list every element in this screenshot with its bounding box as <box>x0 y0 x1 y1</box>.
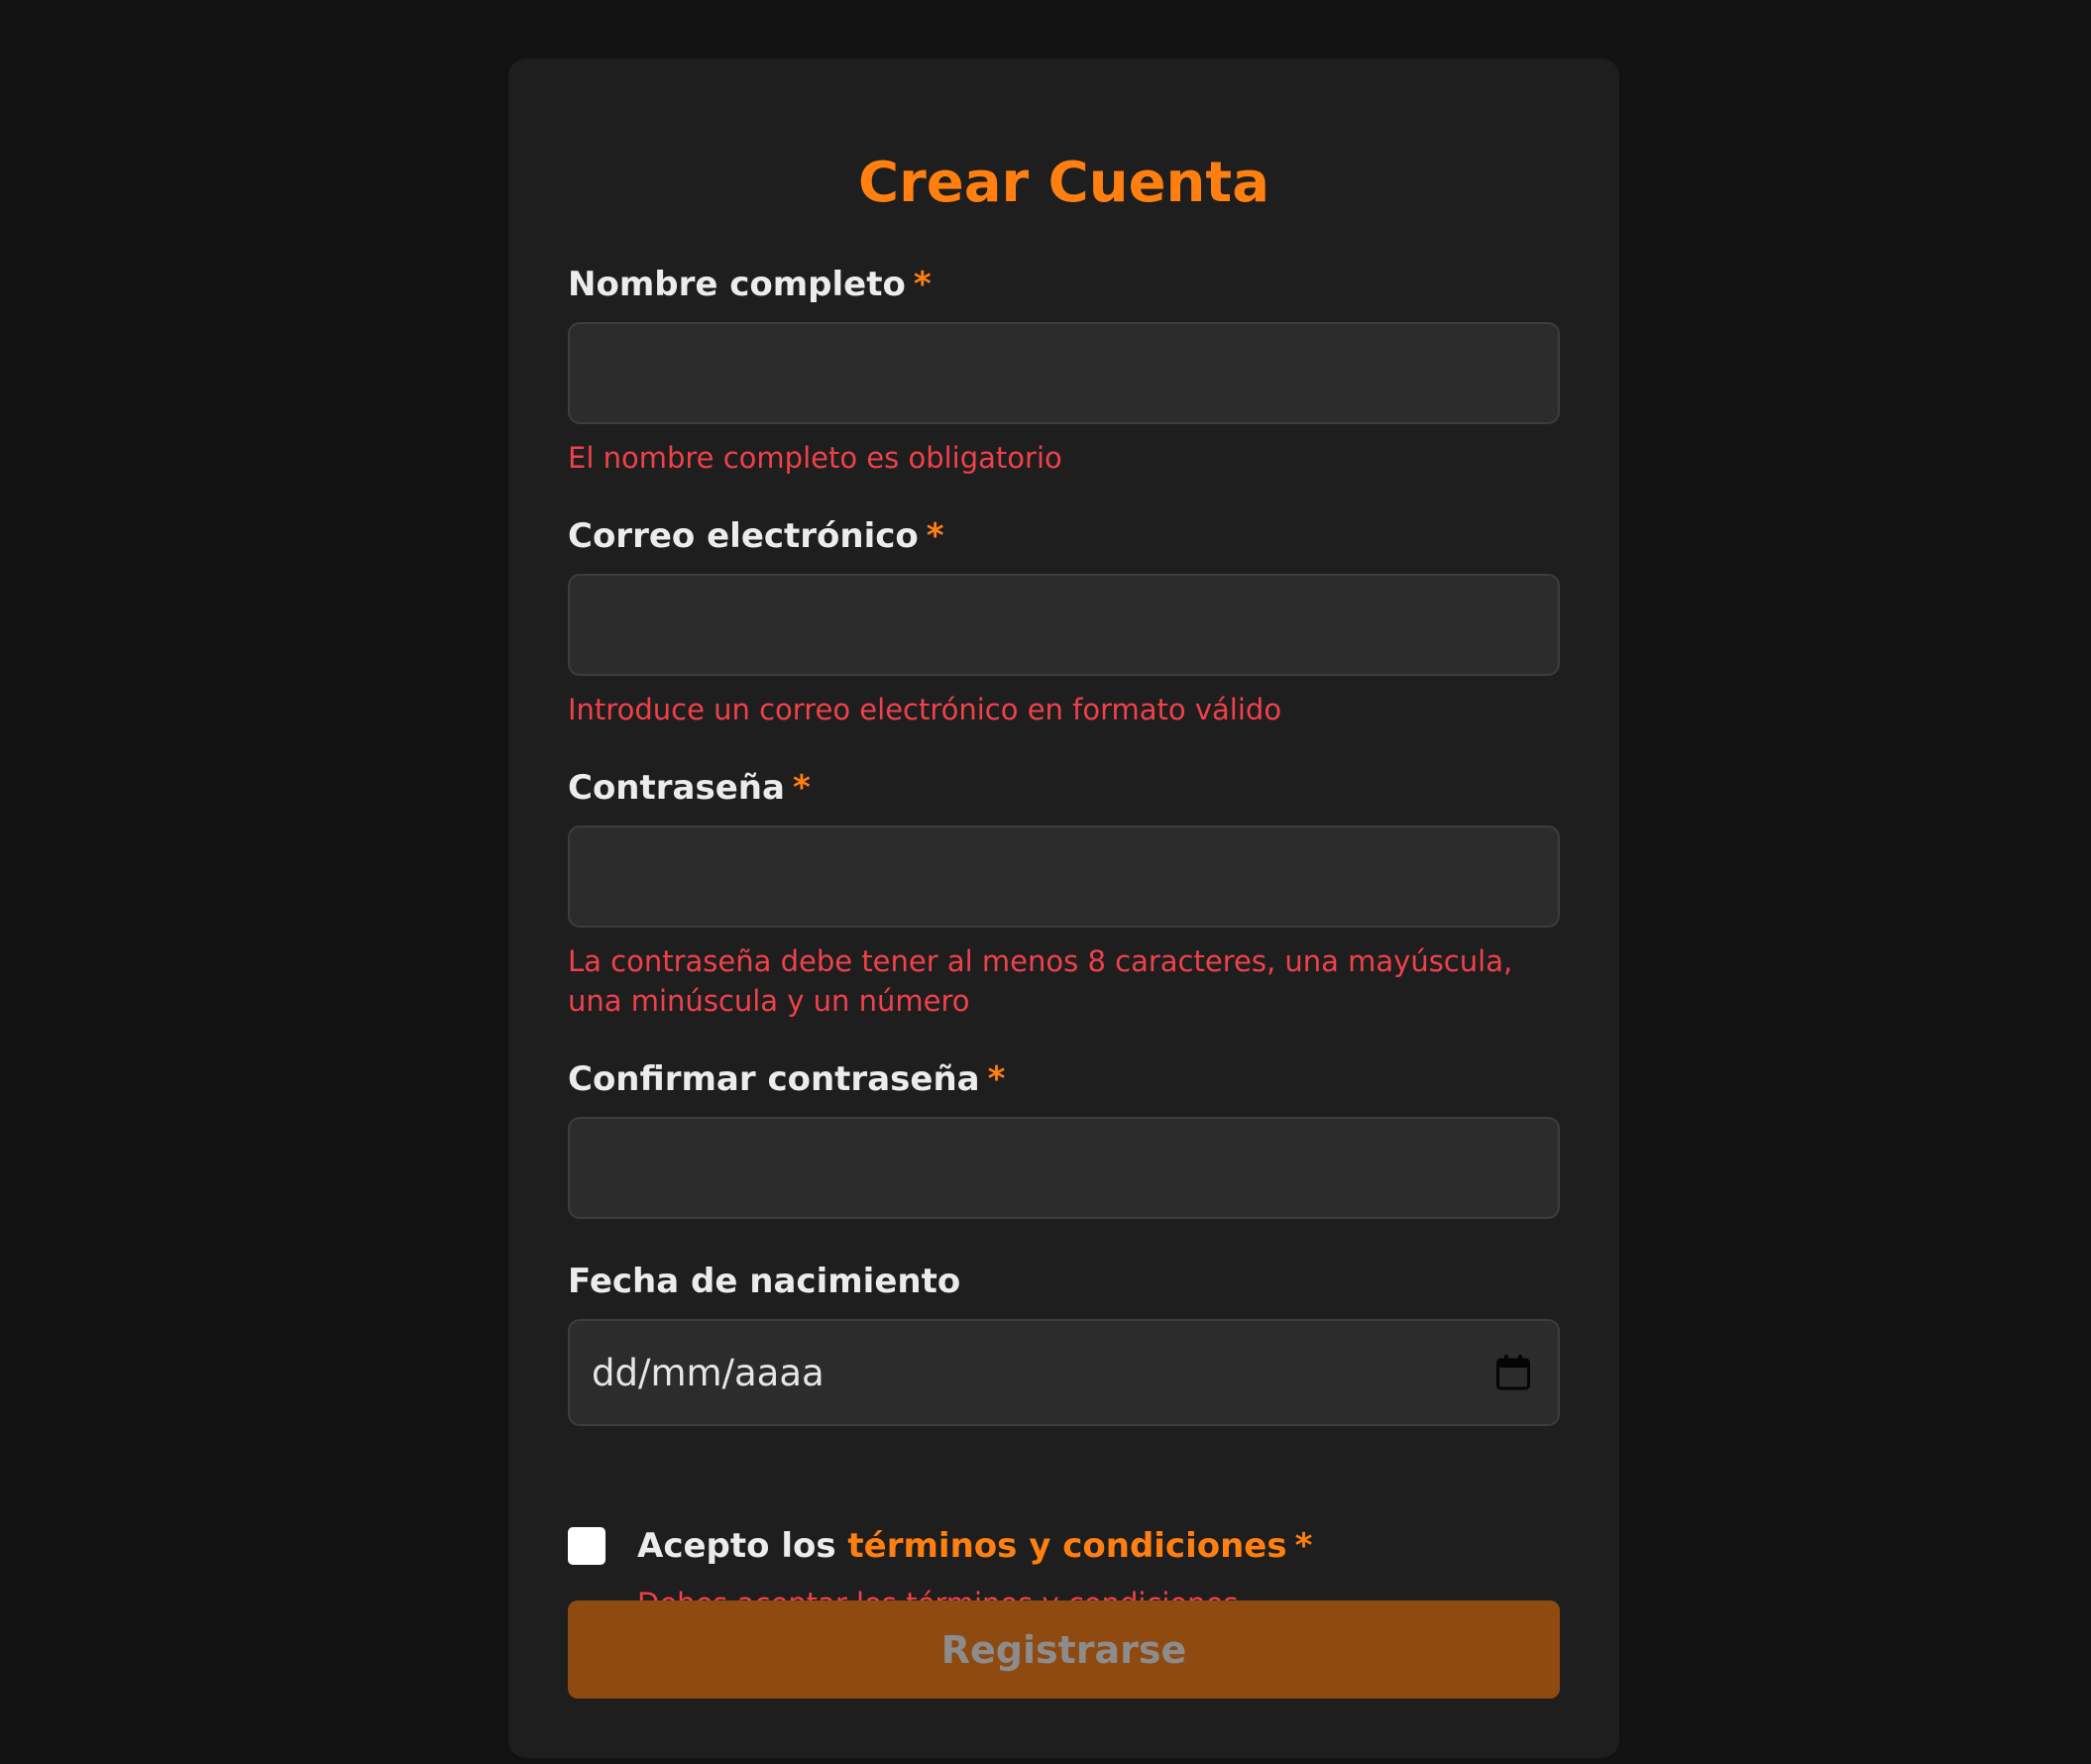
field-email: Correo electrónico * Introduce un correo … <box>568 512 1560 729</box>
calendar-icon[interactable] <box>1496 1355 1530 1390</box>
field-full-name: Nombre completo * El nombre completo es o… <box>568 261 1560 478</box>
email-input[interactable] <box>568 574 1560 676</box>
password-label: Contraseña * <box>568 764 1560 812</box>
birthdate-label: Fecha de nacimiento <box>568 1262 961 1301</box>
field-password: Contraseña * La contraseña debe tener al … <box>568 764 1560 1021</box>
terms-label: Acepto los términos y condiciones * <box>637 1526 1312 1566</box>
full-name-label-text: Nombre completo <box>568 265 906 304</box>
confirm-password-label-text: Confirmar contraseña <box>568 1059 980 1099</box>
terms-row: Acepto los términos y condiciones * <box>568 1516 1560 1576</box>
email-label: Correo electrónico * <box>568 512 1560 560</box>
birthdate-placeholder: dd/mm/aaaa <box>592 1351 825 1394</box>
register-card: Crear Cuenta Nombre completo * El nombre … <box>508 58 1619 1758</box>
confirm-password-input[interactable] <box>568 1117 1560 1219</box>
field-birthdate: Fecha de nacimiento dd/mm/aaaa <box>568 1258 1560 1426</box>
full-name-error: El nombre completo es obligatorio <box>568 441 1062 475</box>
required-marker: * <box>1294 1526 1313 1566</box>
register-button[interactable]: Registrarse <box>568 1600 1560 1699</box>
email-error: Introduce un correo electrónico en forma… <box>568 693 1282 726</box>
required-marker: * <box>913 265 932 304</box>
terms-checkbox[interactable] <box>568 1527 605 1565</box>
birthdate-input[interactable]: dd/mm/aaaa <box>568 1319 1560 1426</box>
password-error: La contraseña debe tener al menos 8 cara… <box>568 944 1513 1018</box>
required-marker: * <box>926 516 944 556</box>
full-name-label: Nombre completo * <box>568 261 1560 308</box>
password-label-text: Contraseña <box>568 768 785 808</box>
full-name-input[interactable] <box>568 322 1560 424</box>
password-input[interactable] <box>568 826 1560 928</box>
required-marker: * <box>792 768 811 808</box>
required-marker: * <box>987 1059 1006 1099</box>
confirm-password-label: Confirmar contraseña * <box>568 1055 1560 1103</box>
page-title: Crear Cuenta <box>858 151 1269 215</box>
terms-prefix: Acepto los <box>637 1526 836 1566</box>
field-confirm-password: Confirmar contraseña * <box>568 1055 1560 1219</box>
email-label-text: Correo electrónico <box>568 516 919 556</box>
terms-link[interactable]: términos y condiciones <box>847 1526 1286 1566</box>
